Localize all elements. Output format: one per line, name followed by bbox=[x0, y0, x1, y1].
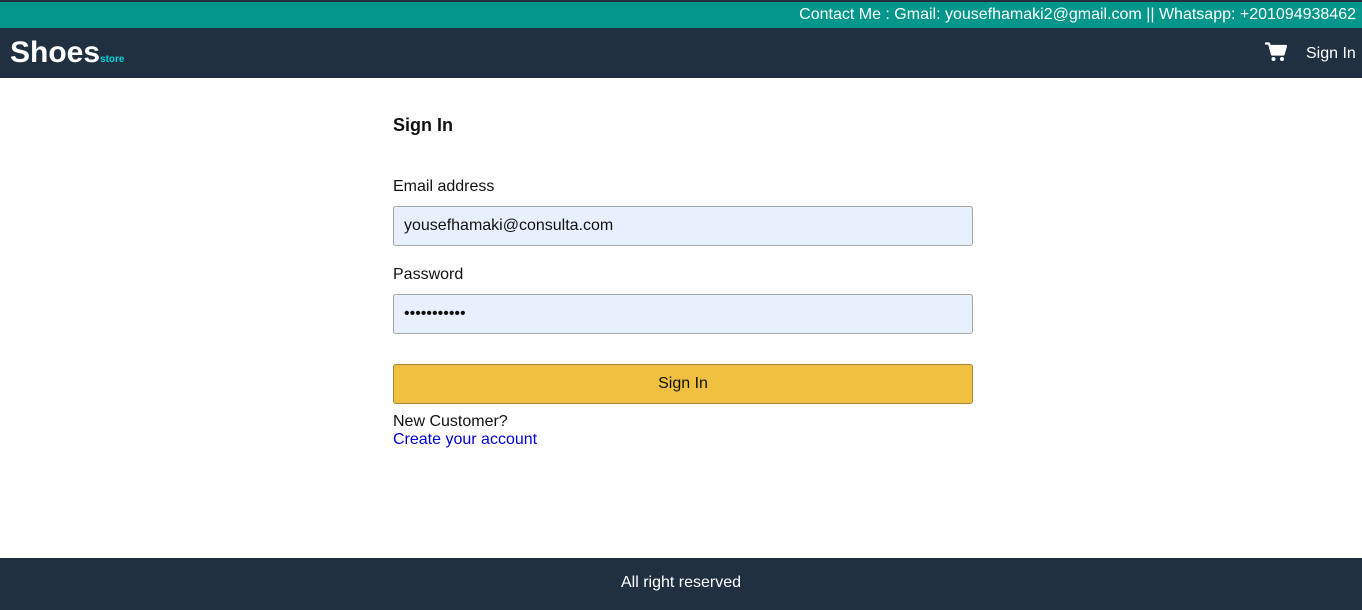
password-label: Password bbox=[393, 266, 464, 283]
new-customer-text: New Customer? bbox=[393, 413, 508, 430]
password-field[interactable] bbox=[393, 294, 973, 334]
footer-text: All right reserved bbox=[620, 574, 742, 591]
navbar: Shoesstore Sign In bbox=[0, 28, 1362, 78]
email-field[interactable] bbox=[393, 206, 973, 246]
signin-button[interactable]: Sign In bbox=[393, 364, 973, 404]
contact-text: Contact Me : Gmail: yousefhamaki2@gmail.… bbox=[799, 6, 1356, 23]
brand-name: Shoes bbox=[10, 36, 101, 69]
cart-link[interactable] bbox=[1265, 42, 1288, 62]
brand-subtitle: store bbox=[100, 54, 125, 65]
cart-icon bbox=[1265, 42, 1288, 61]
email-label: Email address bbox=[393, 178, 495, 195]
footer: All right reserved bbox=[0, 558, 1362, 610]
page-title: Sign In bbox=[393, 115, 453, 135]
contact-bar: Contact Me : Gmail: yousefhamaki2@gmail.… bbox=[0, 0, 1362, 28]
nav-signin-link[interactable]: Sign In bbox=[1306, 44, 1356, 64]
create-account-link[interactable]: Create your account bbox=[393, 431, 537, 449]
brand-logo-link[interactable]: Shoesstore bbox=[10, 36, 124, 77]
